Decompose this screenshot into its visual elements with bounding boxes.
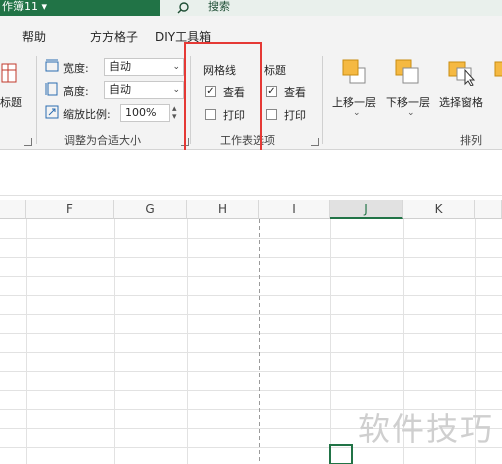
chevron-down-icon[interactable]: ⌄ — [407, 108, 415, 118]
width-label: 宽度: — [63, 62, 89, 75]
column-header-blank — [0, 200, 26, 219]
column-header-i[interactable]: I — [259, 200, 330, 219]
workbook-title: 作簿11 ▾ — [2, 0, 48, 13]
height-value: 自动 — [109, 83, 131, 96]
scale-label: 缩放比例: — [63, 108, 111, 121]
column-header-f[interactable]: F — [26, 200, 114, 219]
column-header-h[interactable]: H — [187, 200, 259, 219]
headings-view-checkbox[interactable]: ✓ — [266, 86, 277, 97]
chevron-down-icon: ⌄ — [172, 62, 180, 72]
align-icon[interactable] — [494, 58, 502, 86]
column-header-l[interactable] — [475, 200, 502, 219]
formula-bar-area[interactable] — [0, 150, 502, 196]
headings-print-label: 打印 — [284, 109, 306, 122]
headings-header: 标题 — [264, 64, 286, 77]
width-icon — [45, 59, 59, 72]
scale-icon — [45, 105, 59, 119]
selection-pane-label[interactable]: 选择窗格 — [439, 94, 483, 110]
column-header-j[interactable]: J — [330, 200, 403, 219]
headings-view-label: 查看 — [284, 86, 306, 99]
search-label[interactable]: 搜索 — [208, 0, 230, 14]
height-icon — [45, 82, 58, 96]
selection-pane-icon[interactable] — [447, 58, 477, 86]
tab-fangfang[interactable]: 方方格子 — [90, 28, 138, 45]
headings-print-checkbox[interactable] — [266, 109, 277, 120]
group-separator — [322, 56, 323, 144]
scale-value: 100% — [125, 106, 157, 119]
chevron-down-icon: ⌄ — [172, 85, 180, 95]
column-header-k[interactable]: K — [403, 200, 475, 219]
page-setup-launcher[interactable] — [24, 138, 32, 146]
print-titles-label[interactable]: 标题 — [0, 94, 22, 110]
width-select[interactable]: 自动 ⌄ — [104, 58, 184, 76]
chevron-down-icon[interactable]: ⌄ — [353, 108, 361, 118]
tab-help[interactable]: 帮助 — [22, 28, 46, 45]
arrange-group-label: 排列 — [460, 134, 482, 147]
scale-input[interactable]: 100% — [120, 104, 170, 122]
bring-forward-icon[interactable] — [341, 58, 367, 86]
height-label: 高度: — [63, 85, 89, 98]
spin-down-icon[interactable]: ▾ — [172, 112, 177, 122]
height-select[interactable]: 自动 ⌄ — [104, 81, 184, 99]
title-bar: 作簿11 ▾ 搜索 — [0, 0, 502, 16]
column-header-g[interactable]: G — [114, 200, 187, 219]
search-icon[interactable] — [176, 1, 190, 15]
sheet-options-launcher[interactable] — [311, 138, 319, 146]
send-backward-icon[interactable] — [394, 58, 420, 86]
watermark-text: 软件技巧 — [358, 410, 495, 448]
print-titles-icon[interactable] — [0, 62, 18, 84]
group-separator — [36, 56, 37, 144]
gridlines-highlight — [184, 42, 262, 158]
scale-group-label: 调整为合适大小 — [64, 134, 141, 147]
width-value: 自动 — [109, 60, 131, 73]
